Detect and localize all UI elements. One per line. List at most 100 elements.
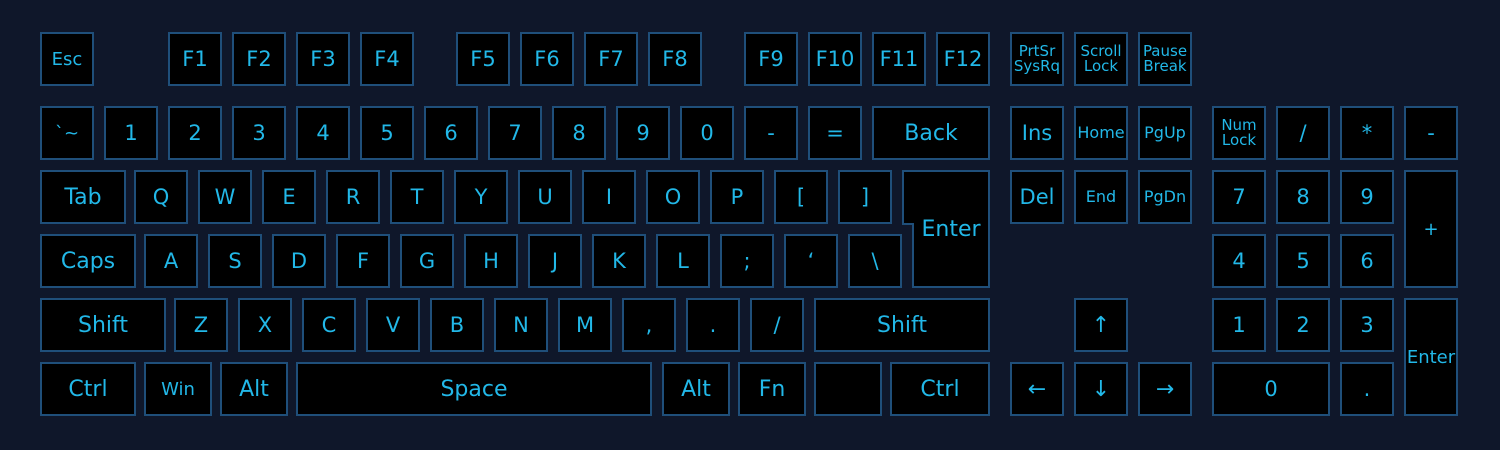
key-f5[interactable]: F5: [456, 32, 510, 86]
key-f4[interactable]: F4: [360, 32, 414, 86]
key-down[interactable]: ↓: [1074, 362, 1128, 416]
key-l[interactable]: L: [656, 234, 710, 288]
key-v[interactable]: V: [366, 298, 420, 352]
key-np-mul[interactable]: *: [1340, 106, 1394, 160]
key-h[interactable]: H: [464, 234, 518, 288]
key-np-enter[interactable]: Enter: [1404, 298, 1458, 416]
key-f8[interactable]: F8: [648, 32, 702, 86]
key-o[interactable]: O: [646, 170, 700, 224]
key-scroll-lock[interactable]: Scroll Lock: [1074, 32, 1128, 86]
key-rbracket[interactable]: ]: [838, 170, 892, 224]
key-np6[interactable]: 6: [1340, 234, 1394, 288]
key-x[interactable]: X: [238, 298, 292, 352]
key-n[interactable]: N: [494, 298, 548, 352]
key-np9[interactable]: 9: [1340, 170, 1394, 224]
key-s[interactable]: S: [208, 234, 262, 288]
key-a[interactable]: A: [144, 234, 198, 288]
key-z[interactable]: Z: [174, 298, 228, 352]
key-np2[interactable]: 2: [1276, 298, 1330, 352]
key-space[interactable]: Space: [296, 362, 652, 416]
key-enter[interactable]: Enter: [902, 170, 990, 288]
key-f7[interactable]: F7: [584, 32, 638, 86]
key-fn[interactable]: Fn: [738, 362, 806, 416]
key-np-div[interactable]: /: [1276, 106, 1330, 160]
key-d2[interactable]: 2: [168, 106, 222, 160]
key-u[interactable]: U: [518, 170, 572, 224]
key-j[interactable]: J: [528, 234, 582, 288]
key-backtick[interactable]: `~: [40, 106, 94, 160]
key-np4[interactable]: 4: [1212, 234, 1266, 288]
key-home[interactable]: Home: [1074, 106, 1128, 160]
key-caps[interactable]: Caps: [40, 234, 136, 288]
key-shift-r[interactable]: Shift: [814, 298, 990, 352]
key-up[interactable]: ↑: [1074, 298, 1128, 352]
key-prtsc[interactable]: PrtSr SysRq: [1010, 32, 1064, 86]
key-np7[interactable]: 7: [1212, 170, 1266, 224]
key-left[interactable]: ←: [1010, 362, 1064, 416]
key-d8[interactable]: 8: [552, 106, 606, 160]
key-g[interactable]: G: [400, 234, 454, 288]
key-f2[interactable]: F2: [232, 32, 286, 86]
key-d9[interactable]: 9: [616, 106, 670, 160]
key-ctrl-l[interactable]: Ctrl: [40, 362, 136, 416]
key-d3[interactable]: 3: [232, 106, 286, 160]
key-back[interactable]: Back: [872, 106, 990, 160]
key-m[interactable]: M: [558, 298, 612, 352]
key-np-sub[interactable]: -: [1404, 106, 1458, 160]
key-np0[interactable]: 0: [1212, 362, 1330, 416]
key-quote[interactable]: ‘: [784, 234, 838, 288]
key-p[interactable]: P: [710, 170, 764, 224]
key-alt-r[interactable]: Alt: [662, 362, 730, 416]
key-i[interactable]: I: [582, 170, 636, 224]
key-np5[interactable]: 5: [1276, 234, 1330, 288]
key-backslash[interactable]: \: [848, 234, 902, 288]
key-pgup[interactable]: PgUp: [1138, 106, 1192, 160]
key-lbracket[interactable]: [: [774, 170, 828, 224]
key-d5[interactable]: 5: [360, 106, 414, 160]
key-semicolon[interactable]: ;: [720, 234, 774, 288]
key-ctrl-r[interactable]: Ctrl: [890, 362, 990, 416]
key-t[interactable]: T: [390, 170, 444, 224]
key-d7[interactable]: 7: [488, 106, 542, 160]
key-win[interactable]: Win: [144, 362, 212, 416]
key-f3[interactable]: F3: [296, 32, 350, 86]
key-f10[interactable]: F10: [808, 32, 862, 86]
key-b[interactable]: B: [430, 298, 484, 352]
key-e[interactable]: E: [262, 170, 316, 224]
key-np-add[interactable]: +: [1404, 170, 1458, 288]
key-tab[interactable]: Tab: [40, 170, 126, 224]
key-w[interactable]: W: [198, 170, 252, 224]
key-slash[interactable]: /: [750, 298, 804, 352]
key-f6[interactable]: F6: [520, 32, 574, 86]
key-numlock[interactable]: Num Lock: [1212, 106, 1266, 160]
key-d1[interactable]: 1: [104, 106, 158, 160]
key-d6[interactable]: 6: [424, 106, 478, 160]
key-f[interactable]: F: [336, 234, 390, 288]
key-right[interactable]: →: [1138, 362, 1192, 416]
key-np1[interactable]: 1: [1212, 298, 1266, 352]
key-k[interactable]: K: [592, 234, 646, 288]
key-pgdn[interactable]: PgDn: [1138, 170, 1192, 224]
key-q[interactable]: Q: [134, 170, 188, 224]
key-np8[interactable]: 8: [1276, 170, 1330, 224]
key-blank[interactable]: [814, 362, 882, 416]
key-f11[interactable]: F11: [872, 32, 926, 86]
key-np-dot[interactable]: .: [1340, 362, 1394, 416]
key-equals[interactable]: =: [808, 106, 862, 160]
key-f1[interactable]: F1: [168, 32, 222, 86]
key-d[interactable]: D: [272, 234, 326, 288]
key-r[interactable]: R: [326, 170, 380, 224]
key-y[interactable]: Y: [454, 170, 508, 224]
key-ins[interactable]: Ins: [1010, 106, 1064, 160]
key-pause[interactable]: Pause Break: [1138, 32, 1192, 86]
key-f12[interactable]: F12: [936, 32, 990, 86]
key-f9[interactable]: F9: [744, 32, 798, 86]
key-d4[interactable]: 4: [296, 106, 350, 160]
key-alt-l[interactable]: Alt: [220, 362, 288, 416]
key-comma[interactable]: ,: [622, 298, 676, 352]
key-d0[interactable]: 0: [680, 106, 734, 160]
key-c[interactable]: C: [302, 298, 356, 352]
key-shift-l[interactable]: Shift: [40, 298, 166, 352]
key-esc[interactable]: Esc: [40, 32, 94, 86]
key-period[interactable]: .: [686, 298, 740, 352]
